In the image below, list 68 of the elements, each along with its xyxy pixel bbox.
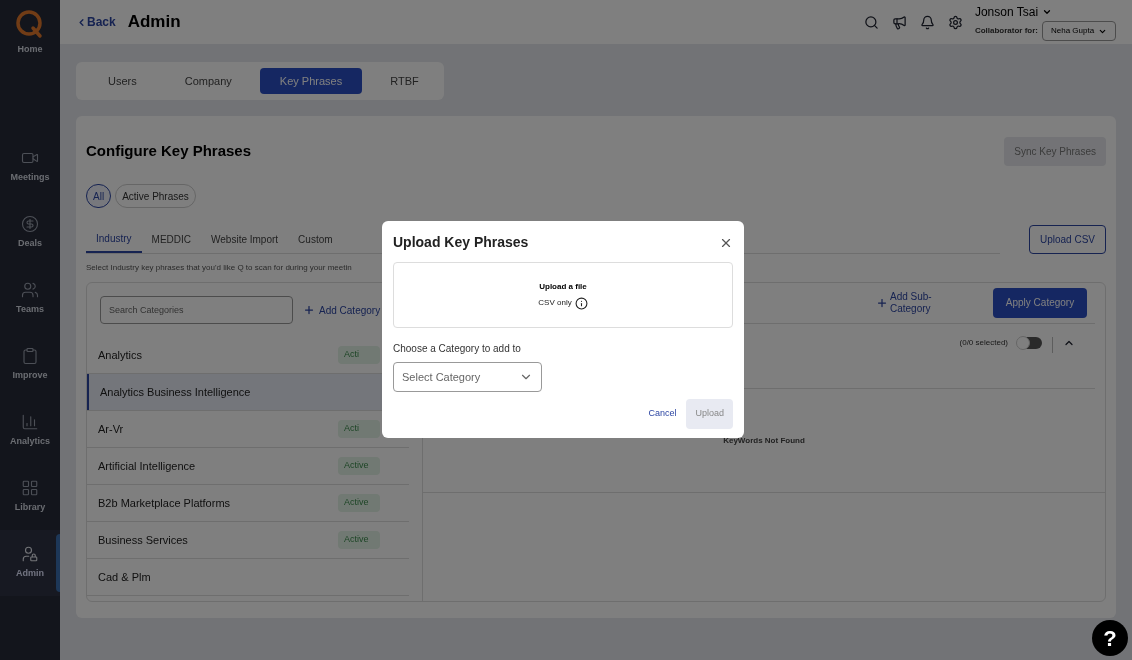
info-icon[interactable]: [574, 296, 588, 310]
search-field[interactable]: Search Categories: [100, 296, 293, 324]
add-sub-category-link[interactable]: Add Sub-Category: [876, 291, 946, 315]
sidebar-item[interactable]: Teams: [0, 266, 60, 332]
people-icon: [21, 281, 39, 300]
bell-icon[interactable]: [919, 14, 935, 30]
settings-icon[interactable]: [947, 14, 963, 30]
upload-csv-button[interactable]: Upload CSV: [1028, 225, 1106, 254]
cancel-link[interactable]: Cancel: [648, 407, 677, 421]
tab[interactable]: Key Phrases: [259, 68, 363, 94]
category-select[interactable]: Select Category: [393, 362, 542, 392]
category-row[interactable]: Ar-Vr Acti: [87, 411, 382, 447]
dialog-title: Upload Key Phrases: [393, 233, 529, 252]
drop-title: Upload a file: [539, 280, 587, 293]
user-lock-icon: [21, 545, 39, 564]
sidebar-item[interactable]: Deals: [0, 200, 60, 266]
section-title: Configure Key Phrases: [86, 141, 252, 162]
sidebar-item[interactable]: Meetings: [0, 134, 60, 200]
tab[interactable]: Company: [164, 68, 252, 94]
description-text: Select Industry key phrases that you'd like Q to scan for during your meetin: [86, 262, 353, 274]
clipboard-icon: [21, 347, 39, 366]
sub-tab[interactable]: Website Import: [201, 226, 289, 253]
sidebar-item[interactable]: Admin: [0, 530, 60, 596]
status-badge: Acti: [338, 420, 380, 438]
add-category-link[interactable]: Add Category: [303, 302, 381, 318]
status-badge: Active: [338, 457, 380, 475]
page-title: Admin: [127, 11, 181, 34]
megaphone-icon[interactable]: [891, 14, 907, 30]
grid-icon: [21, 479, 39, 498]
collaborator-label: Collaborator for:: [974, 25, 1038, 37]
dollar-coin-icon: [21, 215, 39, 234]
sub-tab[interactable]: Custom: [288, 226, 343, 253]
status-badge: Active: [338, 531, 380, 549]
tab[interactable]: Users: [88, 68, 157, 94]
status-badge: Active: [338, 494, 380, 512]
sidebar-item[interactable]: Library: [0, 464, 60, 530]
sidebar-item[interactable]: Home: [0, 0, 60, 62]
bar-chart-icon: [21, 413, 39, 432]
collaborator-dropdown[interactable]: Neha Gupta: [1042, 21, 1116, 41]
category-row[interactable]: Analytics Business Intelligence: [87, 374, 382, 410]
active-indicator: [56, 534, 60, 592]
caret-icon: [1042, 7, 1053, 17]
category-row[interactable]: Analytics Acti: [87, 337, 382, 373]
apply-category-button[interactable]: Apply Category: [993, 288, 1087, 318]
sidebar-item[interactable]: Analytics: [0, 398, 60, 464]
sub-tab[interactable]: MEDDIC: [141, 226, 202, 253]
file-drop-zone[interactable]: Upload a file CSV only: [393, 262, 733, 328]
empty-message: KeyWords Not Found: [723, 434, 805, 447]
drop-hint: CSV only: [538, 297, 572, 309]
plus-icon: [303, 304, 315, 316]
tab[interactable]: RTBF: [370, 68, 439, 94]
sub-tab[interactable]: Industry: [86, 226, 142, 253]
category-label: Choose a Category to add to: [393, 342, 522, 356]
category-row[interactable]: B2b Marketplace Platforms Active: [87, 485, 382, 521]
plus-icon: [876, 297, 888, 309]
user-menu[interactable]: Jonson Tsai: [974, 3, 1116, 21]
back-link[interactable]: Back: [76, 13, 116, 31]
status-badge: Acti: [338, 346, 380, 364]
toggle-switch[interactable]: [1018, 337, 1042, 349]
selected-count: (0/0 selected): [959, 337, 1008, 349]
filter-chip[interactable]: All: [86, 184, 112, 208]
sync-button[interactable]: Sync Key Phrases: [1004, 137, 1106, 166]
category-row[interactable]: Artificial Intelligence Active: [87, 448, 382, 484]
sidebar-item[interactable]: Improve: [0, 332, 60, 398]
category-row[interactable]: Business Services Active: [87, 522, 382, 558]
category-row[interactable]: Cad & Plm: [87, 559, 382, 595]
q-logo-icon: [15, 9, 45, 40]
search-icon[interactable]: [863, 14, 879, 30]
